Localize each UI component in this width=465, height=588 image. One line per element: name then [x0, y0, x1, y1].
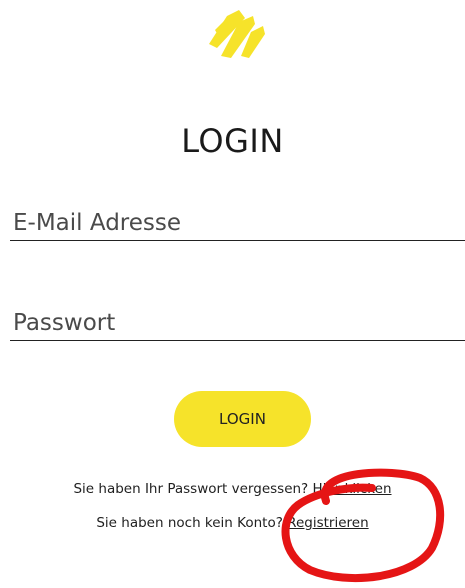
login-button[interactable]: LOGIN: [174, 391, 311, 447]
forgot-password-text: Sie haben Ihr Passwort vergessen?: [73, 481, 309, 497]
register-line: Sie haben noch kein Konto? Registrieren: [0, 515, 465, 531]
register-text: Sie haben noch kein Konto?: [96, 515, 283, 531]
red-circle-annotation-icon: [281, 468, 445, 583]
page-title: LOGIN: [181, 122, 284, 160]
password-field[interactable]: [10, 305, 465, 341]
forgot-password-line: Sie haben Ihr Passwort vergessen? Hier k…: [0, 481, 465, 497]
brand-logo-icon: [209, 10, 265, 58]
register-link[interactable]: Registrieren: [287, 515, 368, 531]
email-field[interactable]: [10, 205, 465, 241]
forgot-password-link[interactable]: Hier klicken: [313, 481, 392, 497]
